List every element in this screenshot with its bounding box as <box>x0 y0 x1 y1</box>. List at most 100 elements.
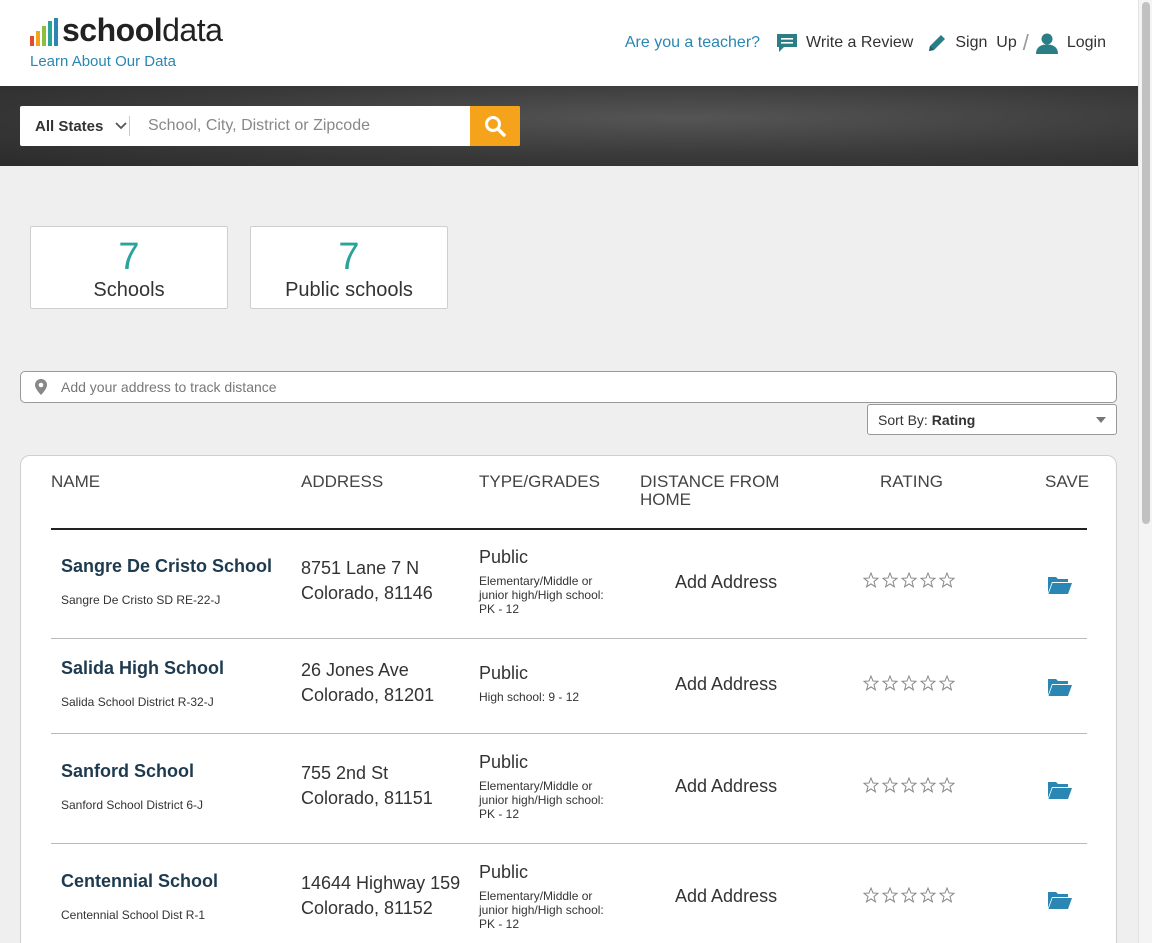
star-outline-icon <box>863 572 879 588</box>
rating-stars <box>863 887 955 903</box>
star-outline-icon <box>901 572 917 588</box>
table-row: Sanford School Sanford School District 6… <box>51 734 1087 844</box>
school-district: Sangre De Cristo SD RE-22-J <box>61 593 221 607</box>
user-icon <box>1035 33 1058 54</box>
star-outline-icon <box>939 572 955 588</box>
star-outline-icon <box>939 777 955 793</box>
folder-open-icon[interactable] <box>1047 779 1073 801</box>
column-header-rating[interactable]: RATING <box>880 473 943 491</box>
sign-up-link[interactable]: Sign Up <box>927 33 1017 53</box>
school-city: Colorado, 81151 <box>301 788 433 808</box>
column-header-distance-line1: DISTANCE FROM <box>640 472 780 491</box>
address-bar <box>20 371 1117 403</box>
write-review-label: Write a Review <box>806 34 914 51</box>
sort-select[interactable]: Sort By: Rating <box>867 404 1117 435</box>
school-address: 14644 Highway 159 Colorado, 81152 <box>301 871 460 921</box>
add-address-link[interactable]: Add Address <box>675 886 777 907</box>
column-header-save: SAVE <box>1045 472 1090 491</box>
teacher-link[interactable]: Are you a teacher? <box>625 34 760 52</box>
star-outline-icon <box>882 572 898 588</box>
rating-stars <box>863 572 955 588</box>
add-address-link[interactable]: Add Address <box>675 674 777 695</box>
column-header-address[interactable]: ADDRESS <box>301 473 383 491</box>
search-icon <box>485 116 506 137</box>
address-input[interactable] <box>59 378 963 396</box>
folder-open-icon[interactable] <box>1047 889 1073 911</box>
star-outline-icon <box>863 777 879 793</box>
map-pin-icon <box>35 379 47 395</box>
login-link[interactable]: Login <box>1035 32 1106 54</box>
logo[interactable]: schooldata <box>30 12 223 48</box>
star-outline-icon <box>901 675 917 691</box>
school-type: Public <box>479 547 529 567</box>
column-header-distance[interactable]: DISTANCE FROM HOME <box>640 473 779 509</box>
school-type: Public <box>479 862 529 882</box>
school-city: Colorado, 81146 <box>301 583 433 603</box>
table-row: Centennial School Centennial School Dist… <box>51 844 1087 943</box>
add-address-link[interactable]: Add Address <box>675 572 777 593</box>
sort-label: Sort By: <box>878 411 928 428</box>
folder-open-icon[interactable] <box>1047 574 1073 596</box>
star-outline-icon <box>882 675 898 691</box>
top-nav: Are you a teacher? Write a Review Sign U… <box>625 32 1106 54</box>
scrollbar-thumb[interactable] <box>1142 2 1150 524</box>
school-street: 8751 Lane 7 N <box>301 558 420 578</box>
school-name-link[interactable]: Sanford School <box>61 761 194 782</box>
star-outline-icon <box>863 887 879 903</box>
learn-about-data-link[interactable]: Learn About Our Data <box>30 53 176 70</box>
sort-value: Rating <box>931 411 976 428</box>
caret-down-icon <box>1096 417 1106 423</box>
table-row: Sangre De Cristo School Sangre De Cristo… <box>51 530 1087 639</box>
stat-label: Public schools <box>285 279 413 301</box>
search-banner: All States <box>0 86 1138 166</box>
write-review-link[interactable]: Write a Review <box>776 33 913 53</box>
school-name-link[interactable]: Salida High School <box>61 658 224 679</box>
top-header: schooldata Learn About Our Data Are you … <box>0 0 1138 86</box>
school-street: 755 2nd St <box>301 763 389 783</box>
search-button[interactable] <box>470 106 520 146</box>
logo-text: schooldata <box>62 12 223 48</box>
school-name-link[interactable]: Centennial School <box>61 871 218 892</box>
school-type: Public <box>479 752 529 772</box>
table-header: NAME ADDRESS TYPE/GRADES DISTANCE FROM H… <box>51 472 1090 530</box>
rating-stars <box>863 777 955 793</box>
add-address-link[interactable]: Add Address <box>675 776 777 797</box>
school-grades: Elementary/Middle or junior high/High sc… <box>479 889 604 931</box>
star-outline-icon <box>901 777 917 793</box>
search-input[interactable] <box>130 116 450 136</box>
search-box: All States <box>20 106 520 146</box>
star-outline-icon <box>939 675 955 691</box>
star-outline-icon <box>920 777 936 793</box>
school-address: 755 2nd St Colorado, 81151 <box>301 761 433 811</box>
column-header-type[interactable]: TYPE/GRADES <box>479 473 600 491</box>
login-label: Login <box>1066 34 1106 51</box>
state-select[interactable]: All States <box>20 116 130 136</box>
logo-bars-icon <box>30 18 58 46</box>
star-outline-icon <box>920 675 936 691</box>
results-table: NAME ADDRESS TYPE/GRADES DISTANCE FROM H… <box>20 455 1117 943</box>
state-select-value: All States <box>35 117 104 135</box>
school-grades: Elementary/Middle or junior high/High sc… <box>479 779 604 821</box>
nav-separator: / <box>1022 30 1029 55</box>
star-outline-icon <box>920 572 936 588</box>
folder-open-icon[interactable] <box>1047 676 1073 698</box>
stat-value: 7 <box>118 236 140 278</box>
sign-up-label: Sign Up <box>955 34 1017 51</box>
page: schooldata Learn About Our Data Are you … <box>0 0 1138 943</box>
window-scrollbar[interactable] <box>1138 0 1152 943</box>
table-row: Salida High School Salida School Distric… <box>51 639 1087 734</box>
stat-card-schools: 7 Schools <box>30 226 228 309</box>
school-district: Sanford School District 6-J <box>61 798 204 812</box>
star-outline-icon <box>882 887 898 903</box>
star-outline-icon <box>920 887 936 903</box>
school-street: 14644 Highway 159 <box>301 873 461 893</box>
chat-bubble-icon <box>777 34 798 52</box>
school-address: 8751 Lane 7 N Colorado, 81146 <box>301 556 433 606</box>
school-city: Colorado, 81201 <box>301 685 435 705</box>
column-header-name[interactable]: NAME <box>51 473 100 491</box>
column-header-distance-line2: HOME <box>640 490 691 509</box>
school-district: Centennial School Dist R-1 <box>61 908 206 922</box>
school-district: Salida School District R-32-J <box>61 695 214 709</box>
school-type: Public <box>479 663 529 683</box>
school-name-link[interactable]: Sangre De Cristo School <box>61 556 272 577</box>
